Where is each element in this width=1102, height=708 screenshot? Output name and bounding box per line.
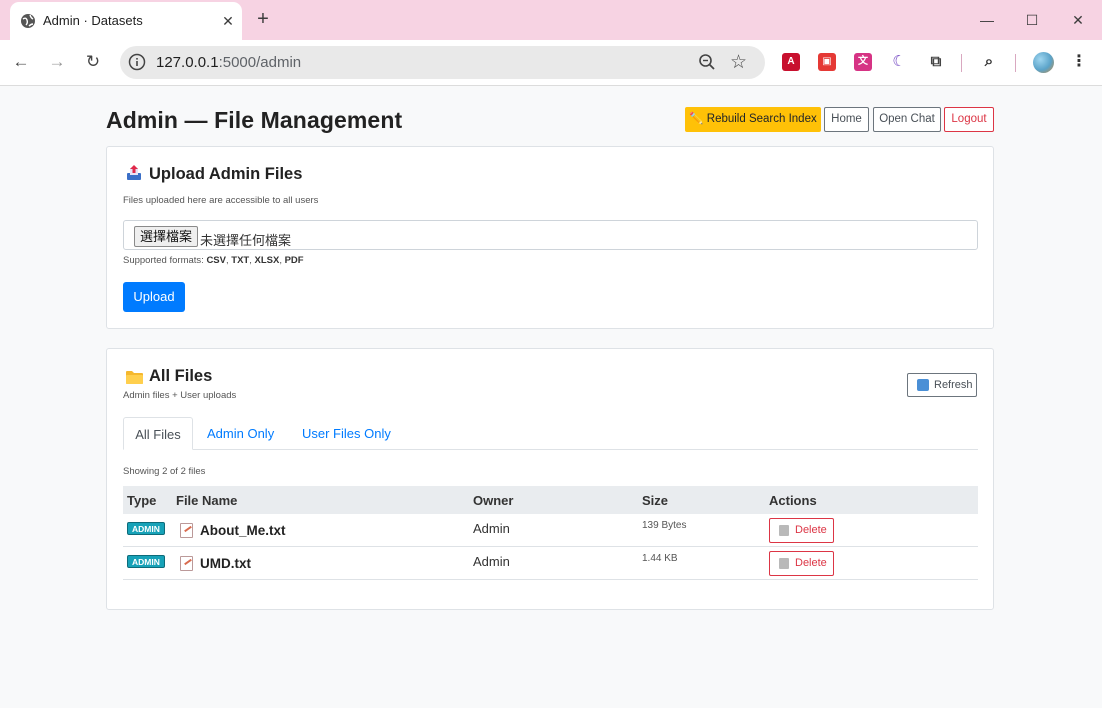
table-header: Type File Name Owner Size Actions: [123, 486, 978, 514]
address-bar[interactable]: 127.0.0.1:5000/admin ☆: [120, 46, 765, 79]
page-title: Admin — File Management: [106, 107, 403, 133]
toolbar-divider: [961, 54, 962, 72]
text-file-icon: [180, 556, 193, 571]
refresh-button[interactable]: Refresh: [907, 373, 977, 397]
site-info-icon[interactable]: [128, 53, 146, 71]
zoom-icon[interactable]: [698, 53, 716, 71]
globe-icon: [21, 14, 35, 28]
files-card-title: All Files: [149, 367, 213, 385]
showing-count: Showing 2 of 2 files: [123, 466, 206, 477]
translate-extension-icon[interactable]: 文: [854, 53, 872, 71]
file-owner: Admin: [473, 521, 510, 536]
format-txt: TXT: [231, 255, 250, 266]
tab-admin-only[interactable]: Admin Only: [207, 417, 274, 450]
col-file-name: File Name: [176, 493, 238, 508]
delete-label: Delete: [795, 524, 827, 536]
tab-all-files[interactable]: All Files: [123, 417, 193, 450]
browser-tab-strip: Admin · Datasets ✕ + — ☐ ✕: [0, 0, 1102, 40]
tab-title: Admin · Datasets: [43, 13, 143, 28]
file-owner: Admin: [473, 554, 510, 569]
tab-user-files-only[interactable]: User Files Only: [302, 417, 391, 450]
refresh-label: Refresh: [934, 379, 973, 391]
upload-tray-icon: [127, 165, 141, 180]
profile-avatar[interactable]: [1033, 52, 1054, 73]
no-file-chosen-text: 未選擇任何檔案: [200, 233, 292, 248]
upload-button[interactable]: Upload: [123, 282, 185, 312]
open-chat-button[interactable]: Open Chat: [873, 107, 941, 132]
maximize-button[interactable]: ☐: [1017, 8, 1047, 32]
text-file-icon: [180, 523, 193, 538]
files-card: All Files Admin files + User uploads Ref…: [106, 348, 994, 610]
delete-label: Delete: [795, 557, 827, 569]
table-row: ADMIN UMD.txt Admin 1.44 KB Delete: [123, 547, 978, 580]
logout-button[interactable]: Logout: [944, 107, 994, 132]
admin-badge: ADMIN: [127, 522, 165, 535]
col-size: Size: [642, 493, 669, 508]
new-tab-button[interactable]: +: [252, 8, 274, 30]
file-size: 1.44 KB: [642, 553, 678, 564]
bookmark-star-icon[interactable]: ☆: [730, 51, 747, 74]
col-type: Type: [127, 493, 157, 508]
file-name: About_Me.txt: [200, 523, 286, 538]
save-extension-icon[interactable]: ▣: [818, 53, 836, 71]
choose-file-button[interactable]: 選擇檔案: [134, 226, 199, 247]
col-owner: Owner: [473, 493, 514, 508]
supported-formats: Supported formats: CSV, TXT, XLSX, PDF: [123, 255, 304, 266]
url-host: 127.0.0.1: [156, 54, 219, 71]
folder-icon: [126, 371, 143, 384]
table-row: ADMIN About_Me.txt Admin 139 Bytes Delet…: [123, 514, 978, 547]
delete-button[interactable]: Delete: [769, 551, 834, 576]
reload-button[interactable]: ↻: [80, 49, 106, 75]
delete-button[interactable]: Delete: [769, 518, 834, 543]
close-window-button[interactable]: ✕: [1063, 8, 1093, 32]
upload-card-title: Upload Admin Files: [149, 165, 303, 183]
minimize-button[interactable]: —: [972, 8, 1002, 32]
rebuild-search-index-button[interactable]: ✏️ Rebuild Search Index: [685, 107, 821, 132]
file-size: 139 Bytes: [642, 520, 687, 531]
file-input[interactable]: 選擇檔案 未選擇任何檔案: [123, 220, 978, 250]
files-subtitle: Admin files + User uploads: [123, 390, 237, 401]
puzzle-extension-icon[interactable]: ⧉: [927, 53, 945, 71]
forward-button[interactable]: →: [44, 49, 70, 75]
upload-card: Upload Admin Files Files uploaded here a…: [106, 146, 994, 329]
url-text[interactable]: 127.0.0.1:5000/admin: [156, 54, 301, 71]
trash-icon: [779, 558, 789, 569]
format-xlsx: XLSX: [254, 255, 280, 266]
home-button[interactable]: Home: [824, 107, 869, 132]
toolbar-divider: [1015, 54, 1016, 72]
pdf-extension-icon[interactable]: A: [782, 53, 800, 71]
col-actions: Actions: [769, 493, 817, 508]
format-csv: CSV: [206, 255, 226, 266]
browser-tab[interactable]: Admin · Datasets ✕: [10, 2, 242, 40]
format-pdf: PDF: [284, 255, 304, 266]
url-path: :5000/admin: [218, 54, 302, 71]
moon-extension-icon[interactable]: ☾: [890, 53, 908, 71]
tab-search-icon[interactable]: ⌕: [980, 53, 998, 71]
tab-close-icon[interactable]: ✕: [218, 11, 238, 31]
admin-badge: ADMIN: [127, 555, 165, 568]
trash-icon: [779, 525, 789, 536]
file-name: UMD.txt: [200, 556, 251, 571]
back-button[interactable]: ←: [8, 49, 34, 75]
browser-menu-icon[interactable]: ⋮: [1070, 51, 1088, 73]
refresh-icon: [917, 379, 929, 391]
upload-subtitle: Files uploaded here are accessible to al…: [123, 195, 319, 206]
formats-prefix: Supported formats:: [123, 255, 204, 266]
browser-toolbar: ← → ↻ 127.0.0.1:5000/admin ☆ A ▣ 文 ☾ ⧉ ⌕…: [0, 40, 1102, 86]
